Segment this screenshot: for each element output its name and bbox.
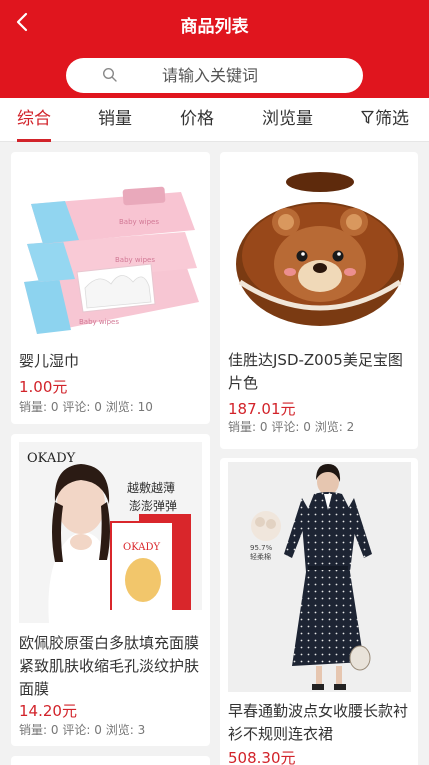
tab-label: 浏览量 bbox=[262, 109, 313, 129]
product-stats: 销量: 0 评论: 0 浏览: 2 bbox=[228, 419, 354, 435]
sales-label: 销量: bbox=[19, 400, 48, 414]
product-image-polka-dot-dress: 95.7% 轻柔棉 bbox=[228, 462, 411, 692]
sales-label: 销量: bbox=[228, 420, 257, 434]
product-stats: 销量: 0 评论: 0 浏览: 3 bbox=[19, 722, 145, 738]
package-label: Baby wipes bbox=[79, 318, 119, 326]
package-label: Baby wipes bbox=[115, 256, 155, 264]
product-name: 婴儿湿巾 bbox=[19, 352, 80, 370]
comments-count: 0 bbox=[94, 400, 102, 414]
badge-text: 轻柔棉 bbox=[250, 552, 271, 561]
product-card[interactable]: 95.7% 轻柔棉 早春通勤波点女收腰长款衬衫不规则连衣裙 508.30元 bbox=[220, 458, 418, 765]
product-image-face-mask: OKADY 越敷越薄 澎澎弹弹 OKADY bbox=[19, 442, 202, 623]
product-name: 早春通勤波点女收腰长款衬衫不规则连衣裙 bbox=[228, 702, 409, 743]
box-brand-label: OKADY bbox=[123, 542, 161, 553]
product-image-baby-wipes: Baby wipes Baby wipes Baby wipes bbox=[19, 164, 202, 338]
product-price: 1.00元 bbox=[19, 378, 68, 396]
sales-count: 0 bbox=[259, 420, 268, 434]
page-title: 商品列表 bbox=[180, 17, 249, 37]
product-name: 佳胜达JSD-Z005美足宝图片色 bbox=[228, 351, 403, 392]
product-price: 508.30元 bbox=[228, 749, 296, 765]
tab-sales[interactable]: 销量 bbox=[98, 98, 132, 140]
package-label: Baby wipes bbox=[119, 218, 159, 226]
comments-label: 评论: bbox=[62, 400, 91, 414]
sales-label: 销量: bbox=[19, 723, 48, 737]
search-input[interactable] bbox=[162, 58, 342, 93]
comments-count: 0 bbox=[303, 420, 311, 434]
slogan-line-1: 越敷越薄 bbox=[127, 480, 175, 495]
product-card[interactable]: 佳胜达JSD-Z005美足宝图片色 187.01元 销量: 0 评论: 0 浏览… bbox=[220, 152, 418, 449]
brand-logo: OKADY bbox=[27, 451, 76, 466]
filter-bar: 综合 销量 价格 浏览量 筛选 bbox=[0, 98, 429, 142]
tab-label: 综合 bbox=[17, 109, 51, 129]
tab-filter[interactable]: 筛选 bbox=[361, 98, 409, 140]
product-stats: 销量: 0 评论: 0 浏览: 10 bbox=[19, 399, 153, 415]
views-label: 浏览: bbox=[105, 723, 134, 737]
views-label: 浏览: bbox=[314, 420, 343, 434]
product-card[interactable] bbox=[11, 756, 210, 765]
search-box[interactable] bbox=[66, 58, 363, 93]
product-image-bear-foot-warmer bbox=[228, 164, 411, 338]
tab-comprehensive[interactable]: 综合 bbox=[17, 98, 51, 142]
product-card[interactable]: OKADY 越敷越薄 澎澎弹弹 OKADY 欧佩胶原蛋白多肽填充面膜紧致肌肤收缩… bbox=[11, 434, 210, 746]
product-price: 187.01元 bbox=[228, 400, 296, 418]
comments-label: 评论: bbox=[271, 420, 300, 434]
filter-funnel-icon bbox=[361, 110, 374, 124]
tab-label: 销量 bbox=[98, 109, 132, 129]
views-count: 2 bbox=[346, 420, 355, 434]
product-name: 欧佩胶原蛋白多肽填充面膜紧致肌肤收缩毛孔淡纹护肤面膜 bbox=[19, 634, 200, 698]
sales-count: 0 bbox=[50, 723, 59, 737]
views-count: 3 bbox=[137, 723, 146, 737]
product-card[interactable]: Baby wipes Baby wipes Baby wipes 婴儿湿巾 1.… bbox=[11, 152, 210, 424]
tab-price[interactable]: 价格 bbox=[180, 98, 214, 140]
tab-views[interactable]: 浏览量 bbox=[262, 98, 313, 140]
product-price: 14.20元 bbox=[19, 702, 77, 720]
sales-count: 0 bbox=[50, 400, 59, 414]
tab-label: 价格 bbox=[180, 109, 214, 129]
tab-label: 筛选 bbox=[375, 109, 409, 129]
slogan-line-2: 澎澎弹弹 bbox=[129, 499, 177, 513]
header-bar: 商品列表 bbox=[0, 0, 429, 98]
badge-percent: 95.7% bbox=[250, 544, 273, 552]
comments-count: 0 bbox=[94, 723, 102, 737]
search-icon bbox=[102, 67, 117, 82]
active-tab-indicator bbox=[17, 139, 51, 142]
comments-label: 评论: bbox=[62, 723, 91, 737]
views-label: 浏览: bbox=[105, 400, 134, 414]
views-count: 10 bbox=[137, 400, 153, 414]
